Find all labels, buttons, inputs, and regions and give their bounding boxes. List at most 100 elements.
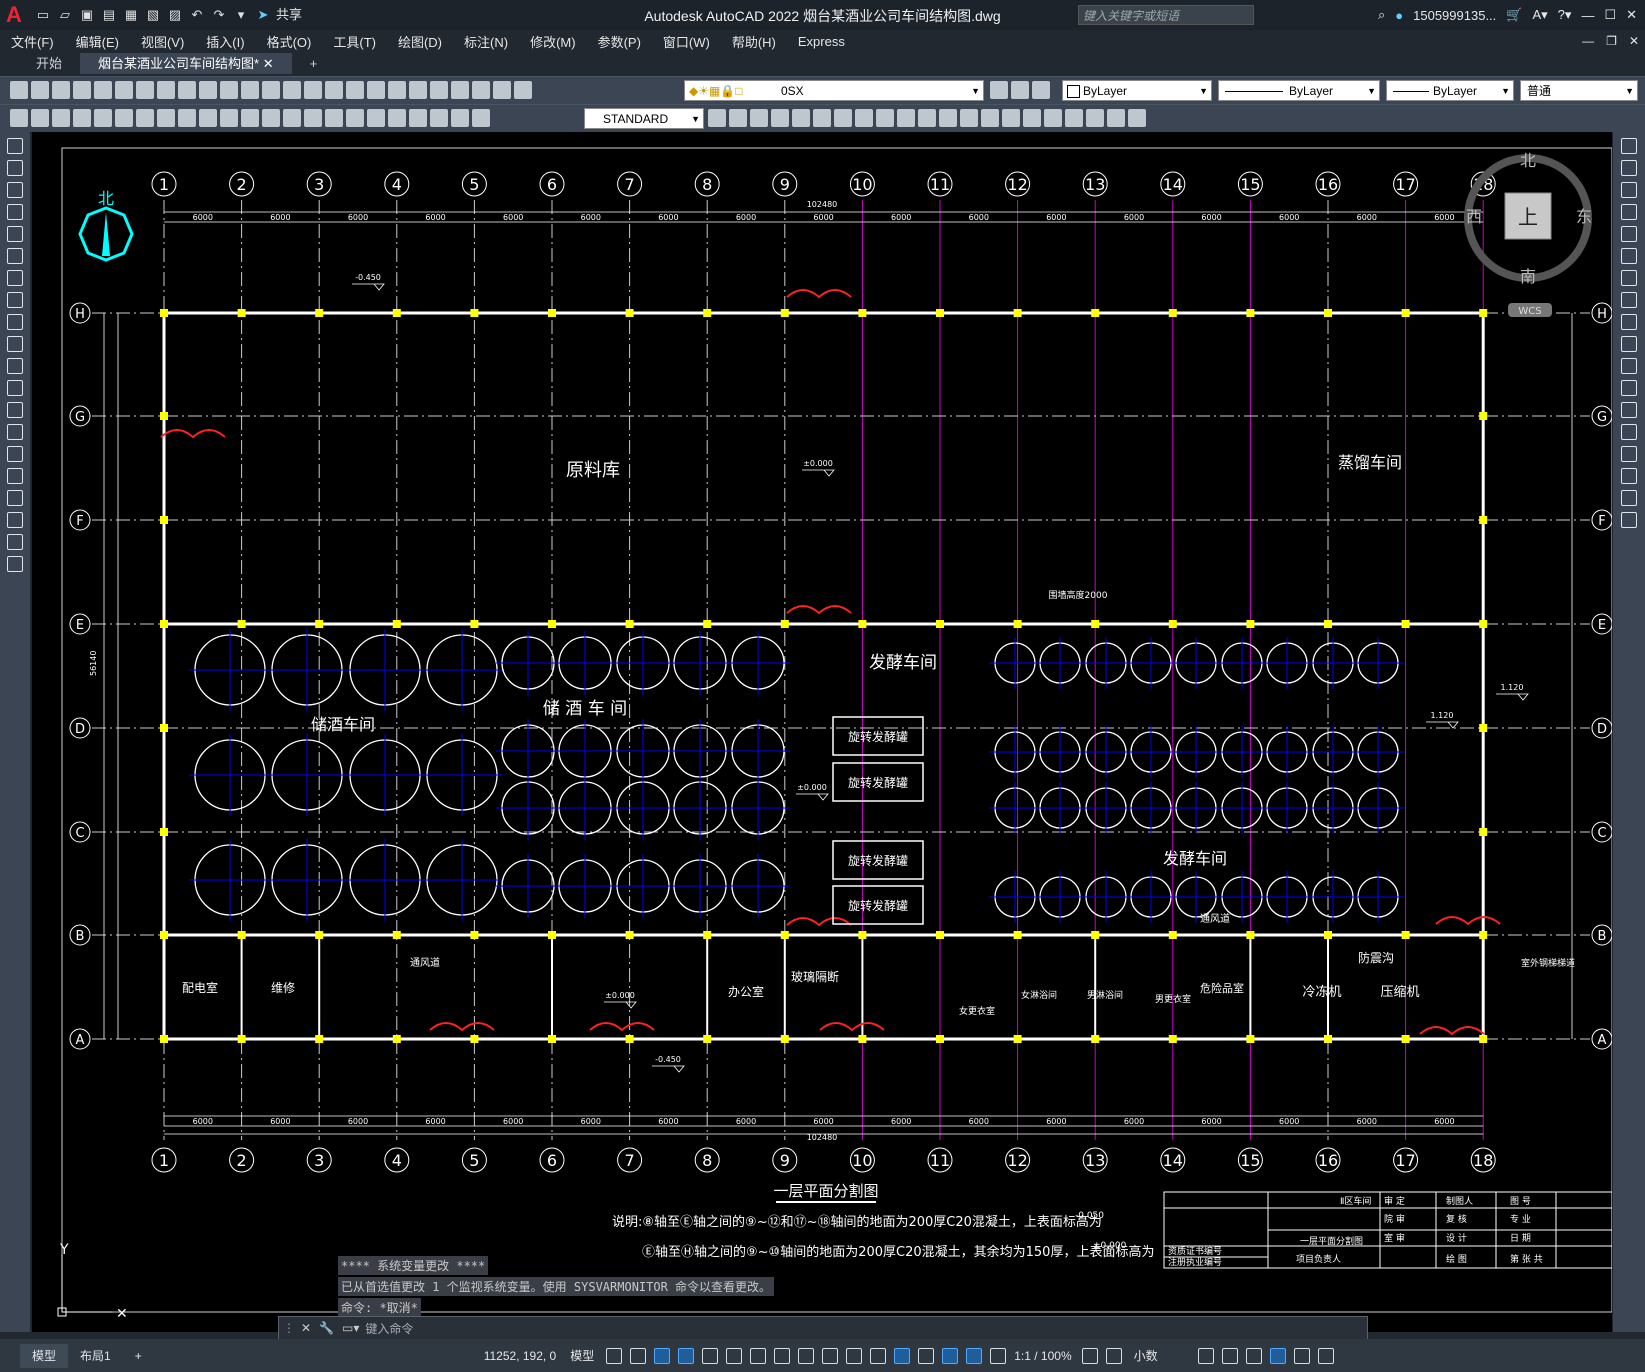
tool-palette-icon[interactable] [409, 81, 427, 99]
dim-aligned-icon[interactable] [94, 109, 112, 127]
ucs-zaxis-icon[interactable] [876, 109, 894, 127]
zoom-realtime-icon[interactable] [304, 81, 322, 99]
grip-icon[interactable]: ⋮ [283, 1321, 295, 1335]
ucs-icon[interactable] [729, 109, 747, 127]
save-icon[interactable]: ▣ [78, 6, 96, 24]
lock-ui-icon[interactable] [1221, 1347, 1238, 1364]
dim-baseline-icon[interactable] [262, 109, 280, 127]
circle-icon[interactable] [7, 270, 23, 286]
break-point-icon[interactable] [1621, 380, 1637, 396]
doc-close-icon[interactable]: ✕ [1629, 34, 1639, 48]
maximize-icon[interactable]: ☐ [1604, 7, 1616, 23]
ucs-x-icon[interactable] [918, 109, 936, 127]
menu-tools[interactable]: 工具(T) [322, 32, 387, 51]
annotation-visibility-icon[interactable] [966, 1347, 983, 1364]
viewcube-north[interactable]: 北 [1520, 151, 1536, 170]
spline-icon[interactable] [7, 314, 23, 330]
make-current-icon[interactable] [990, 81, 1008, 99]
help-icon[interactable] [493, 81, 511, 99]
insert-block-icon[interactable] [7, 380, 23, 396]
dim-radius-icon[interactable] [157, 109, 175, 127]
gradient-icon[interactable] [7, 468, 23, 484]
print-preview-icon[interactable]: ▧ [144, 6, 162, 24]
array-icon[interactable] [1621, 226, 1637, 242]
osnap-icon[interactable] [774, 1347, 791, 1364]
mtext-icon[interactable] [7, 534, 23, 550]
tolerance-icon[interactable] [346, 109, 364, 127]
trim-icon[interactable] [1621, 336, 1637, 352]
layer-dropdown[interactable]: ◆☀▦🔒□ 0SX ▼ [684, 80, 984, 101]
tab-new[interactable]: + [292, 53, 336, 74]
add-selected-icon[interactable] [7, 556, 23, 572]
ortho-icon[interactable] [678, 1347, 695, 1364]
3dosnap-icon[interactable] [870, 1347, 887, 1364]
move-icon[interactable] [1621, 248, 1637, 264]
help-search-input[interactable]: 键入关键字或短语 [1078, 5, 1254, 25]
web-mobile-icon[interactable]: ▦ [122, 6, 140, 24]
dimstyle-dropdown[interactable]: STANDARD ▼ [584, 108, 704, 129]
walk-icon[interactable] [1086, 109, 1104, 127]
model-space-button[interactable]: 模型 [570, 1347, 594, 1364]
menu-help[interactable]: 帮助(H) [721, 32, 787, 51]
command-input[interactable]: 键入命令 [365, 1320, 413, 1337]
drawing-canvas[interactable]: 北 1 1 2 2 3 3 4 4 5 5 6 6 7 7 8 8 9 9 10 10 11 11 12 12 13 13 14 14… [32, 132, 1612, 1332]
tab-layout1[interactable]: 布局1 [68, 1344, 123, 1368]
viewcube-west[interactable]: 西 [1466, 207, 1482, 226]
dynamic-ucs-icon[interactable] [894, 1347, 911, 1364]
layer-manager-icon[interactable] [514, 81, 532, 99]
erase-icon[interactable] [1621, 138, 1637, 154]
line-icon[interactable] [7, 138, 23, 154]
menu-format[interactable]: 格式(O) [256, 32, 323, 51]
gizmo-icon[interactable] [942, 1347, 959, 1364]
menu-parametric[interactable]: 参数(P) [587, 32, 652, 51]
block-editor-icon[interactable] [220, 81, 238, 99]
plot-icon[interactable] [73, 81, 91, 99]
polygon-icon[interactable] [7, 204, 23, 220]
center-mark-icon[interactable] [367, 109, 385, 127]
grid-icon[interactable] [606, 1347, 623, 1364]
rotate-icon[interactable] [1621, 270, 1637, 286]
recent-commands-icon[interactable]: ▭▾ [342, 1321, 359, 1335]
selection-filter-icon[interactable] [918, 1347, 935, 1364]
close-icon[interactable]: ✕ [301, 1321, 311, 1335]
explode-icon[interactable] [1621, 512, 1637, 528]
ucs-object-icon[interactable] [813, 109, 831, 127]
join-icon[interactable] [1621, 424, 1637, 440]
open-icon[interactable] [31, 81, 49, 99]
cart-icon[interactable]: 🛒 [1506, 7, 1522, 23]
orbit-icon[interactable] [1128, 109, 1146, 127]
menu-express[interactable]: Express [787, 34, 856, 49]
search-icon[interactable]: ⌕ [1378, 7, 1385, 23]
dim-edit-icon[interactable] [430, 109, 448, 127]
inspect-icon[interactable] [388, 109, 406, 127]
design-center-icon[interactable] [388, 81, 406, 99]
paste-icon[interactable] [178, 81, 196, 99]
ucs-face-icon[interactable] [792, 109, 810, 127]
extend-icon[interactable] [1621, 358, 1637, 374]
quick-properties-icon[interactable] [1197, 1347, 1214, 1364]
dim-angular-icon[interactable] [220, 109, 238, 127]
auto-scale-icon[interactable] [990, 1347, 1007, 1364]
menu-dimension[interactable]: 标注(N) [453, 32, 519, 51]
redo-icon[interactable] [262, 81, 280, 99]
layer-walk-icon[interactable] [52, 109, 70, 127]
revision-cloud-icon[interactable] [7, 292, 23, 308]
copy-icon[interactable] [157, 81, 175, 99]
break-icon[interactable] [1621, 402, 1637, 418]
polyline-icon[interactable] [7, 182, 23, 198]
snap-icon[interactable] [630, 1347, 647, 1364]
sheet-set-icon[interactable] [430, 81, 448, 99]
dim-continue-icon[interactable] [283, 109, 301, 127]
make-block-icon[interactable] [7, 402, 23, 418]
isolate-objects-icon[interactable] [1245, 1347, 1262, 1364]
coordinates[interactable]: 11252, 192, 0 [484, 1349, 557, 1363]
close-icon[interactable]: ✕ [1626, 7, 1637, 23]
markup-icon[interactable] [451, 81, 469, 99]
user-icon[interactable]: ● [1395, 8, 1403, 23]
print-icon[interactable]: ▨ [166, 6, 184, 24]
pan-icon[interactable] [283, 81, 301, 99]
otrack-icon[interactable] [750, 1347, 767, 1364]
menu-window[interactable]: 窗口(W) [652, 32, 721, 51]
table-icon[interactable] [7, 512, 23, 528]
annotation-monitor-icon[interactable] [1105, 1347, 1122, 1364]
